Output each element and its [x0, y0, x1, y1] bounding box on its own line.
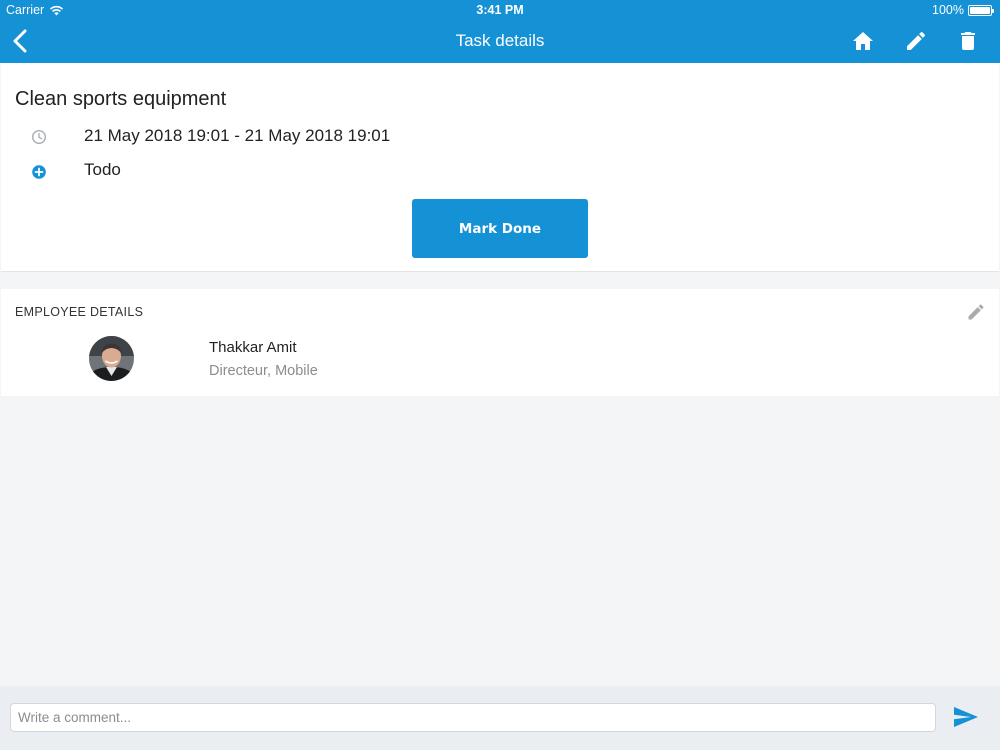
task-title: Clean sports equipment	[15, 88, 227, 110]
navigation-bar: Task details	[0, 20, 1000, 63]
page-title: Task details	[455, 31, 545, 50]
home-icon[interactable]	[851, 29, 875, 53]
task-date-range: 21 May 2018 19:01 - 21 May 2018 19:01	[84, 126, 391, 145]
plus-circle-icon	[32, 165, 46, 179]
trash-icon[interactable]	[956, 29, 980, 53]
status-time: 3:41 PM	[476, 3, 524, 17]
mark-done-button[interactable]: Mark Done	[412, 199, 588, 258]
top-bar: Carrier 3:41 PM 100% Task details	[0, 0, 1000, 63]
edit-employee-pencil-icon[interactable]	[966, 302, 986, 322]
employee-details-card: EMPLOYEE DETAILS Thakkar Amit Directeur,…	[1, 289, 999, 396]
status-bar: Carrier 3:41 PM 100%	[0, 0, 1000, 20]
comment-input[interactable]	[10, 703, 936, 732]
clock-icon	[31, 129, 47, 145]
employee-name: Thakkar Amit	[209, 339, 297, 356]
task-status: Todo	[84, 160, 121, 179]
battery-icon	[968, 4, 994, 16]
employee-role: Directeur, Mobile	[209, 363, 318, 379]
battery-group: 100%	[932, 3, 994, 17]
pencil-icon[interactable]	[904, 29, 928, 53]
task-card: Clean sports equipment 21 May 2018 19:01…	[1, 63, 999, 272]
send-icon[interactable]	[953, 706, 979, 728]
battery-percent: 100%	[932, 3, 964, 17]
avatar	[89, 336, 134, 381]
section-title: EMPLOYEE DETAILS	[15, 305, 144, 319]
comment-bar	[0, 686, 1000, 750]
